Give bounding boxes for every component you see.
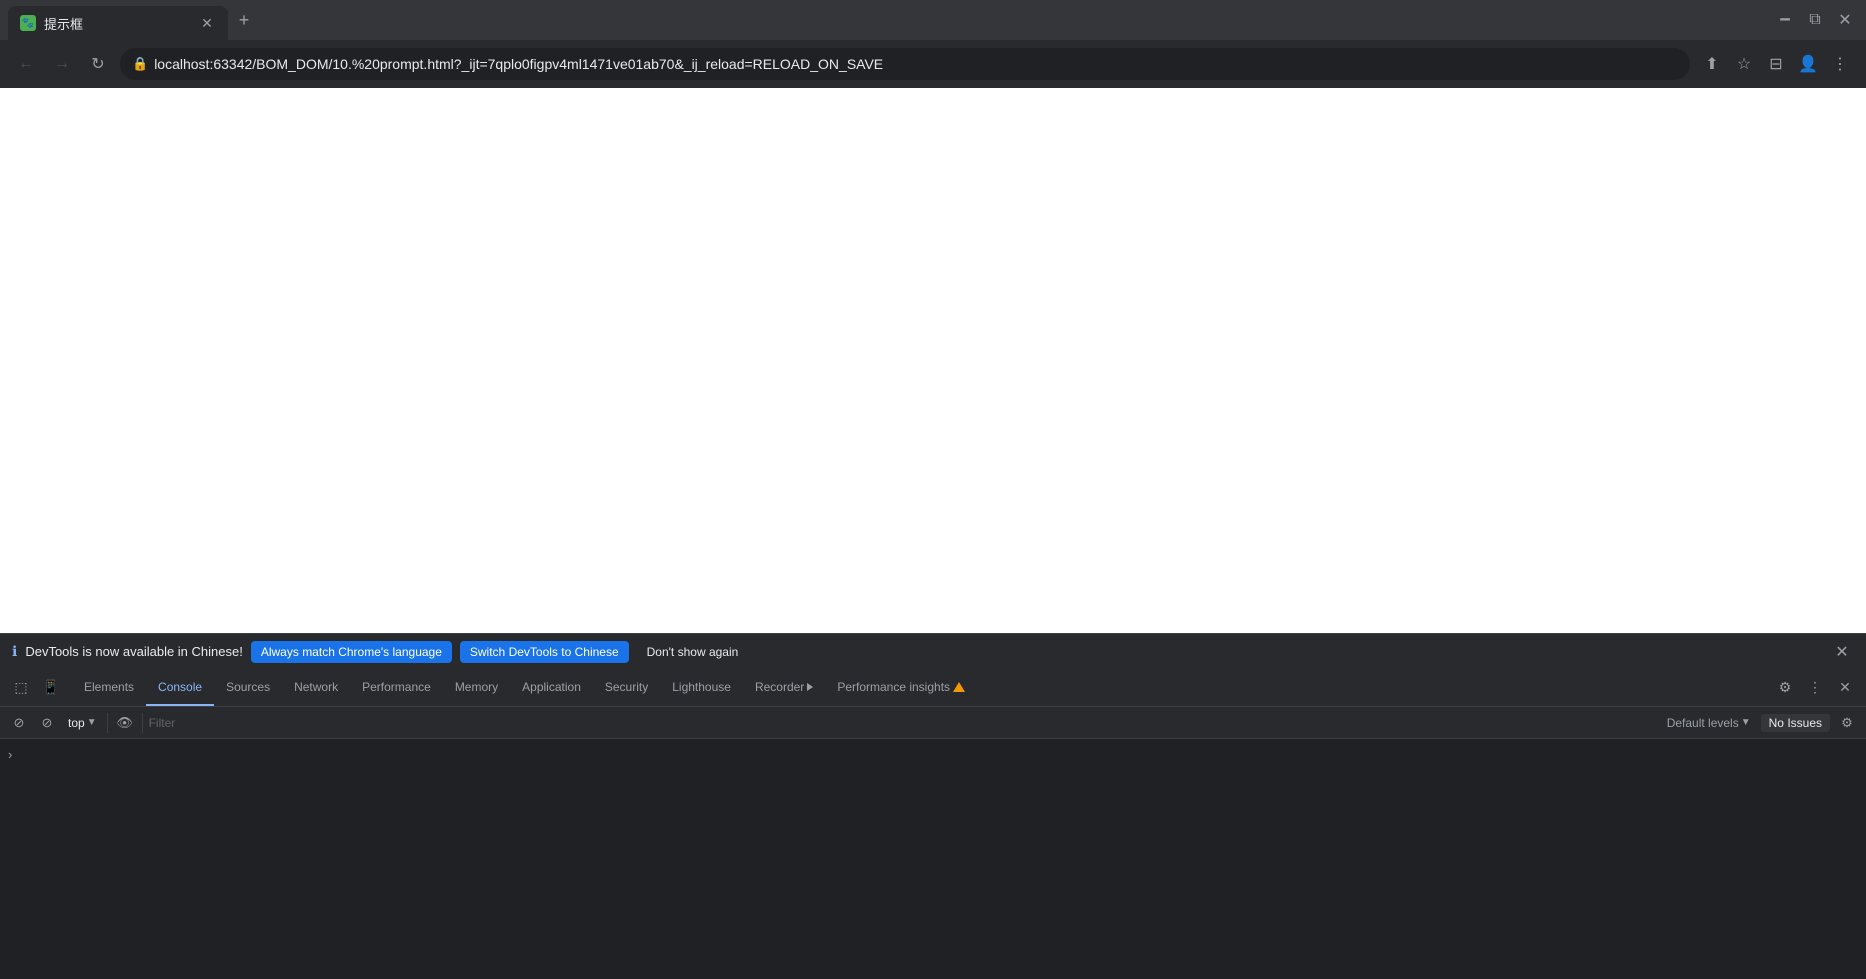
tab-security[interactable]: Security: [593, 669, 660, 706]
devtools-banner: ℹ DevTools is now available in Chinese! …: [0, 633, 1866, 669]
back-button[interactable]: ←: [12, 50, 40, 78]
lock-icon: 🔒: [132, 56, 148, 72]
tab-console[interactable]: Console: [146, 669, 214, 706]
console-output: ›: [0, 739, 1866, 979]
default-levels-selector[interactable]: Default levels ▼: [1663, 714, 1755, 732]
tab-favicon: 🐾: [20, 15, 36, 31]
console-prompt-line[interactable]: ›: [8, 747, 1858, 762]
profile-button[interactable]: 👤: [1794, 50, 1822, 78]
tab-application[interactable]: Application: [510, 669, 593, 706]
recorder-triangle-icon: [807, 683, 813, 691]
tab-title: 提示框: [44, 14, 190, 33]
tab-lighthouse-label: Lighthouse: [672, 680, 731, 694]
clear-console-button[interactable]: ⊘: [8, 712, 30, 734]
share-button[interactable]: ⬆: [1698, 50, 1726, 78]
context-dropdown-icon: ▼: [87, 717, 97, 728]
web-content: [0, 88, 1866, 633]
tab-sources-label: Sources: [226, 680, 270, 694]
tab-memory[interactable]: Memory: [443, 669, 510, 706]
tab-network[interactable]: Network: [282, 669, 350, 706]
reload-button[interactable]: ↻: [84, 50, 112, 78]
levels-dropdown-icon: ▼: [1741, 717, 1751, 728]
top-label: top: [68, 716, 85, 730]
filter-input-container: [149, 712, 1657, 734]
new-tab-button[interactable]: +: [228, 4, 260, 36]
title-bar-restore[interactable]: ⧉: [1802, 7, 1828, 33]
console-arrow-icon: ›: [8, 747, 12, 762]
tab-close-icon[interactable]: ✕: [198, 14, 216, 32]
menu-button[interactable]: ⋮: [1826, 50, 1854, 78]
banner-close-button[interactable]: ✕: [1830, 640, 1854, 664]
tab-security-label: Security: [605, 680, 648, 694]
title-bar-minimize[interactable]: 🗕: [1772, 7, 1798, 33]
title-bar-close[interactable]: ✕: [1832, 7, 1858, 33]
tab-recorder-label: Recorder: [755, 680, 804, 694]
devtools-close-button[interactable]: ✕: [1832, 675, 1858, 701]
banner-info-icon: ℹ: [12, 643, 17, 660]
tab-console-label: Console: [158, 680, 202, 694]
tab-performance[interactable]: Performance: [350, 669, 443, 706]
tab-network-label: Network: [294, 680, 338, 694]
address-input-container: 🔒 localhost:63342/BOM_DOM/10.%20prompt.h…: [120, 48, 1690, 80]
tab-memory-label: Memory: [455, 680, 498, 694]
switch-devtools-chinese-button[interactable]: Switch DevTools to Chinese: [460, 641, 629, 663]
devtools-device-icon[interactable]: 📱: [38, 675, 64, 701]
tab-elements-label: Elements: [84, 680, 134, 694]
extensions-button[interactable]: ⊟: [1762, 50, 1790, 78]
browser-tab[interactable]: 🐾 提示框 ✕: [8, 6, 228, 40]
address-bar: ← → ↻ 🔒 localhost:63342/BOM_DOM/10.%20pr…: [0, 40, 1866, 88]
tab-elements[interactable]: Elements: [72, 669, 146, 706]
tab-performance-insights[interactable]: Performance insights: [825, 669, 977, 706]
devtools-more-button[interactable]: ⋮: [1802, 675, 1828, 701]
banner-info-text: DevTools is now available in Chinese!: [25, 644, 243, 659]
bookmark-button[interactable]: ☆: [1730, 50, 1758, 78]
tab-lighthouse[interactable]: Lighthouse: [660, 669, 743, 706]
always-match-language-button[interactable]: Always match Chrome's language: [251, 641, 452, 663]
top-context-selector[interactable]: top ▼: [64, 714, 101, 732]
filter-input[interactable]: [149, 716, 1657, 730]
console-toolbar: ⊘ ⊘ top ▼ 👁 Default levels ▼ No Issues ⚙: [0, 707, 1866, 739]
forward-button[interactable]: →: [48, 50, 76, 78]
no-issues-badge[interactable]: No Issues: [1761, 714, 1830, 732]
url-display[interactable]: localhost:63342/BOM_DOM/10.%20prompt.htm…: [154, 56, 1678, 72]
default-levels-label: Default levels: [1667, 716, 1739, 730]
devtools-inspect-icon[interactable]: ⬚: [8, 675, 34, 701]
tab-sources[interactable]: Sources: [214, 669, 282, 706]
title-bar: 🐾 提示框 ✕ + 🗕 ⧉ ✕: [0, 0, 1866, 40]
devtools-settings-button[interactable]: ⚙: [1772, 675, 1798, 701]
devtools-panel: ⬚ 📱 Elements Console Sources Network Per…: [0, 669, 1866, 979]
console-settings-button[interactable]: ⚙: [1836, 712, 1858, 734]
dont-show-again-button[interactable]: Don't show again: [637, 641, 749, 663]
tab-performance-label: Performance: [362, 680, 431, 694]
no-issues-label: No Issues: [1769, 716, 1822, 730]
devtools-tab-bar: ⬚ 📱 Elements Console Sources Network Per…: [0, 669, 1866, 707]
performance-insights-warning-icon: [953, 682, 965, 692]
eye-icon-button[interactable]: 👁: [114, 712, 136, 734]
tab-recorder[interactable]: Recorder: [743, 669, 825, 706]
tab-application-label: Application: [522, 680, 581, 694]
filter-toggle-button[interactable]: ⊘: [36, 712, 58, 734]
tab-performance-insights-label: Performance insights: [837, 680, 950, 694]
